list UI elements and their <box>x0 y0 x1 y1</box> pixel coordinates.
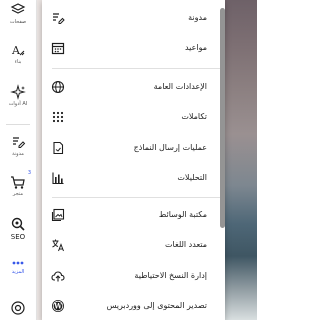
menu-item-analytics[interactable]: التحليلات <box>42 168 225 188</box>
store-badge: 3 <box>27 170 31 176</box>
sidebar-item-design[interactable]: A بناء <box>0 42 36 65</box>
layers-icon <box>10 3 26 14</box>
form-icon <box>51 141 65 155</box>
sidebar-item-blog[interactable]: مدونة <box>0 134 36 157</box>
menu-item-integrations[interactable]: تكاملات <box>42 107 225 127</box>
menu-item-label: الإعدادات العامة <box>153 82 207 91</box>
menu-item-blog[interactable]: مدونة <box>42 8 225 28</box>
translate-icon <box>51 238 65 252</box>
sparkle-icon <box>10 84 26 100</box>
sidebar-item-pages[interactable]: صفحات <box>0 2 36 25</box>
menu-scrollbar[interactable] <box>220 8 225 308</box>
help-icon <box>11 301 25 315</box>
menu-item-label: التحليلات <box>177 173 207 182</box>
menu-item-label: متعدد اللغات <box>165 240 207 249</box>
wordpress-icon: W <box>51 299 65 313</box>
sidebar-label-more: المزيد <box>11 269 25 275</box>
menu-item-media-library[interactable]: مكتبة الوسائط <box>42 205 225 225</box>
menu-item-backups[interactable]: إدارة النسخ الاحتياطية <box>42 266 225 286</box>
blog-icon <box>51 11 65 25</box>
left-sidebar: صفحات A بناء أدوات AI مدونة 3 متجر SEO ا… <box>0 0 37 320</box>
menu-item-label: تصدير المحتوى إلى ووردبريس <box>106 301 207 310</box>
sidebar-label-store: متجر <box>12 191 24 197</box>
menu-item-form-submissions[interactable]: عمليات إرسال النماذج <box>42 138 225 158</box>
menu-item-export-wordpress[interactable]: W تصدير المحتوى إلى ووردبريس <box>42 296 225 316</box>
more-dots-icon <box>12 261 24 265</box>
sidebar-item-help[interactable] <box>0 300 36 316</box>
sidebar-item-ai[interactable]: أدوات AI <box>0 84 36 107</box>
menu-item-label: إدارة النسخ الاحتياطية <box>134 271 207 280</box>
menu-item-label: تكاملات <box>181 112 207 121</box>
sidebar-label-pages: صفحات <box>9 19 27 25</box>
blog-icon <box>13 137 26 148</box>
menu-item-label: مدونة <box>188 13 207 22</box>
menu-item-label: مكتبة الوسائط <box>158 210 207 219</box>
menu-item-label: عمليات إرسال النماذج <box>133 143 207 152</box>
calendar-icon <box>51 41 65 55</box>
menu-item-multilingual[interactable]: متعدد اللغات <box>42 235 225 255</box>
globe-icon <box>51 80 65 94</box>
menu-item-label: مواعيد <box>184 43 207 52</box>
seo-search-icon <box>11 217 25 231</box>
menu-item-appointments[interactable]: مواعيد <box>42 38 225 58</box>
typography-icon: A <box>11 44 25 57</box>
menu-item-general-settings[interactable]: الإعدادات العامة <box>42 77 225 97</box>
menu-divider <box>52 197 221 198</box>
cart-icon <box>11 176 25 189</box>
menu-divider <box>52 68 221 69</box>
sidebar-label-blog: مدونة <box>12 151 24 157</box>
sidebar-label-seo: SEO <box>10 233 26 241</box>
chart-icon <box>51 171 65 185</box>
media-icon <box>51 208 65 222</box>
svg-text:A: A <box>11 44 21 57</box>
sidebar-label-ai: أدوات AI <box>8 101 28 107</box>
sidebar-item-more[interactable]: المزيد <box>0 258 36 275</box>
sidebar-item-seo[interactable]: SEO <box>0 216 36 241</box>
sidebar-divider <box>6 124 30 125</box>
sidebar-item-store[interactable]: 3 متجر <box>0 170 36 197</box>
sidebar-label-design: بناء <box>14 59 22 65</box>
cloud-upload-icon <box>51 269 65 283</box>
menu-scroll-thumb[interactable] <box>220 8 225 228</box>
svg-text:W: W <box>53 302 62 311</box>
more-menu-panel: مدونة مواعيد الإعدادات العامة تكاملات عم… <box>42 0 225 320</box>
grid-icon <box>51 110 65 124</box>
